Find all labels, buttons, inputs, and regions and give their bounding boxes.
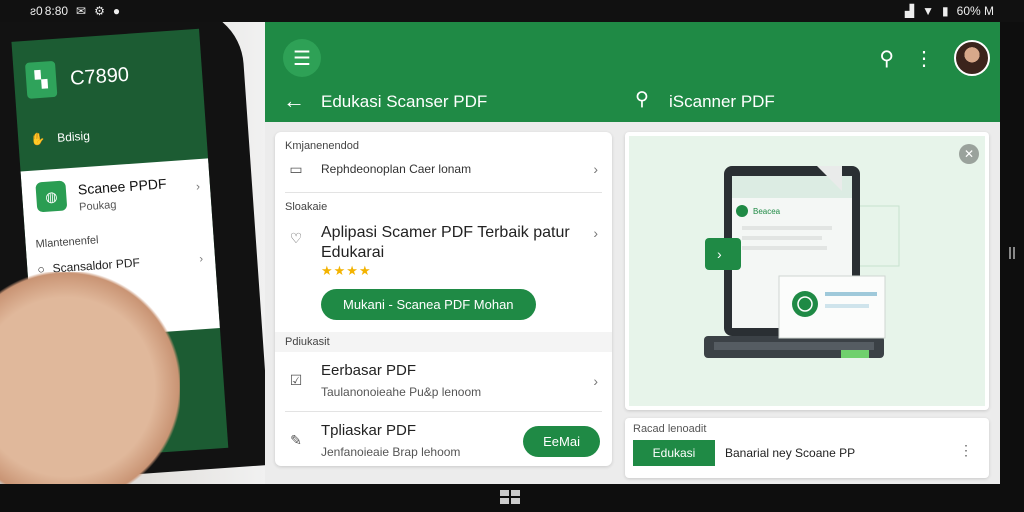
card-badge: Beacea — [753, 207, 781, 216]
chevron-right-icon: › — [593, 225, 598, 241]
illustration-card: Beacea › ✕ — [625, 132, 989, 410]
featured-title: Aplipasi Scamer PDF Terbaik patur Edukar… — [321, 224, 570, 261]
list-item-title: Tpliaskar PDF — [321, 422, 417, 439]
phone-title: C7890 — [69, 63, 130, 90]
section-label-recommended: Kmjanenendod — [285, 140, 360, 152]
search-title[interactable]: iScanner PDF — [669, 92, 775, 112]
chevron-right-icon: › — [195, 179, 201, 194]
close-button[interactable]: ✕ — [959, 144, 979, 164]
content-list-panel: Kmjanenendod ▭ Rephdeonoplan Caer lonam … — [275, 132, 612, 466]
chevron-right-icon: › — [593, 161, 598, 177]
back-arrow-icon[interactable]: ← — [283, 88, 305, 114]
chevron-right-icon: › — [198, 253, 204, 266]
status-bar: ƨ0 8:80 ✉ ⚙ ● ▟ ▼ ▮ 60% M — [0, 0, 1024, 22]
svg-text:›: › — [717, 246, 722, 262]
more-vert-icon[interactable]: ⋮ — [914, 46, 934, 71]
video-icon: ▭ — [289, 160, 303, 177]
rating-stars: ★★★★ — [321, 263, 372, 278]
wifi-icon: ▼ — [922, 4, 935, 18]
more-vert-icon[interactable]: ⋮ — [959, 442, 973, 459]
battery-text: 60% M — [956, 4, 994, 18]
menu-button[interactable]: ☰ — [283, 39, 321, 77]
gear-icon: ⚙ — [94, 4, 105, 18]
featured-action-button[interactable]: Mukani - Scanea PDF Mohan — [321, 289, 536, 320]
list-item[interactable]: ✎ Tpliaskar PDF Jenfanoieaie Brap lehoom… — [275, 412, 612, 465]
app-top-bar: ☰ ⚲ ⋮ ← Edukasi Scanser PDF ⚲ iScanner P… — [265, 22, 1000, 122]
battery-icon: ▮ — [942, 4, 949, 18]
signal-icon: ▟ — [904, 4, 915, 18]
bottom-card-label: Racad lenoadit — [633, 423, 707, 435]
section-label-edukasi: Pdiukasit — [275, 332, 612, 352]
item-action-button[interactable]: EeMai — [523, 426, 600, 457]
hand-icon: ✋ — [29, 131, 46, 147]
list-item[interactable]: ▭ Rephdeonoplan Caer lonam › — [275, 156, 612, 192]
chevron-right-icon: › — [593, 372, 598, 389]
notification-icon: ● — [112, 4, 121, 18]
scanner-app: ☰ ⚲ ⋮ ← Edukasi Scanser PDF ⚲ iScanner P… — [265, 22, 1000, 484]
featured-item[interactable]: ♡ Aplipasi Scamer PDF Terbaik patur Eduk… — [275, 217, 612, 285]
list-item-subtitle: Jenfanoieaie Brap lehoom — [321, 445, 461, 459]
page-title: Edukasi Scanser PDF — [321, 92, 488, 111]
phone-app-subtitle: Poukag — [78, 198, 117, 214]
app-logo-icon: ▚ — [24, 60, 58, 99]
message-icon: ✉ — [76, 4, 87, 18]
laptop-illustration: Beacea › — [704, 166, 900, 358]
phone-nav-label: Bdisig — [56, 128, 91, 145]
edukasi-button[interactable]: Edukasi — [633, 440, 715, 466]
edit-icon: ✎ — [290, 432, 302, 448]
hamburger-icon: ☰ — [293, 47, 311, 70]
pause-indicator-icon — [1009, 247, 1015, 259]
scanner-illustration: Beacea › — [629, 136, 985, 406]
list-item-label: Rephdeonoplan Caer lonam — [321, 162, 472, 176]
list-item-title: Eerbasar PDF — [321, 362, 417, 379]
bottom-bezel — [0, 484, 1024, 512]
top-actions: ⚲ ⋮ — [879, 40, 990, 76]
search-icon[interactable]: ⚲ — [879, 46, 894, 71]
phone-app-title: Scanee PPDF — [77, 175, 167, 198]
list-item-subtitle: Taulanonoieahe Pu&p lenoom — [321, 385, 482, 399]
phone-nav-item[interactable]: ✋ Bdisig — [30, 129, 90, 147]
close-icon: ✕ — [963, 147, 975, 161]
checkbox-icon: ☑ — [289, 372, 303, 388]
status-prefix: ƨ0 — [30, 4, 43, 18]
hand-image — [0, 272, 180, 484]
tablet-screen: ▚ C7890 ✋ Bdisig ◍ Scanee PPDF Poukag › … — [0, 22, 1000, 484]
right-bezel — [1000, 22, 1024, 484]
avatar[interactable] — [954, 40, 990, 76]
status-time: 8:80 — [44, 4, 69, 18]
phone-section-label: Mlantenenfel — [35, 234, 99, 251]
scanner-app-icon: ◍ — [35, 180, 68, 213]
list-item[interactable]: ☑ Eerbasar PDF Taulanonoieahe Pu&p lenoo… — [275, 352, 612, 411]
section-label-stockaie: Sloakaie — [285, 201, 328, 213]
bottom-card: Racad lenoadit Edukasi Banarial ney Scoa… — [625, 418, 989, 478]
bottom-card-text: Banarial ney Scoane PP — [725, 446, 856, 460]
windows-icon[interactable] — [500, 490, 520, 504]
search-icon[interactable]: ⚲ — [635, 88, 649, 111]
heart-shield-icon: ♡ — [289, 229, 303, 246]
